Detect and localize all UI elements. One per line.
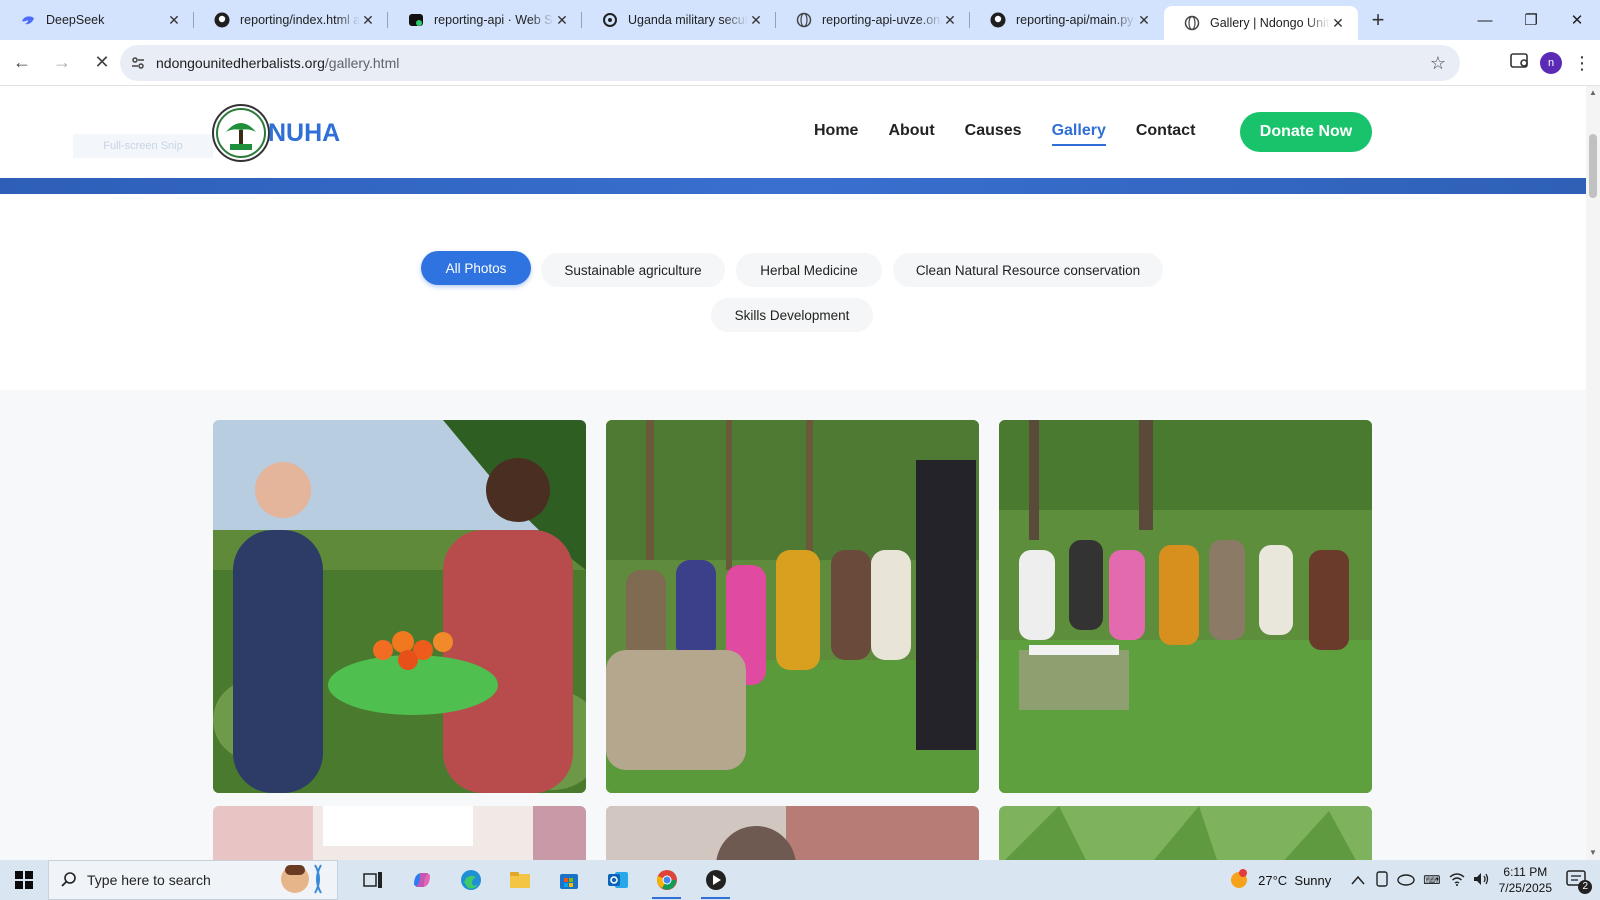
nuha-logo[interactable]: [212, 104, 270, 162]
site-settings-icon[interactable]: [120, 55, 156, 71]
onedrive-icon[interactable]: [1397, 872, 1415, 889]
gallery-grid: [0, 390, 1586, 860]
filter-natural-resource-conservation[interactable]: Clean Natural Resource conservation: [893, 253, 1163, 287]
hero-banner-edge: [0, 178, 1586, 194]
site-header: Full-screen Snip NUHA Home About Causes …: [0, 86, 1586, 178]
nav-causes[interactable]: Causes: [965, 122, 1022, 146]
windows-start-icon[interactable]: [0, 860, 48, 900]
globe-icon: [796, 12, 812, 28]
github-icon: [990, 12, 1006, 28]
page-viewport: Full-screen Snip NUHA Home About Causes …: [0, 86, 1600, 860]
wifi-icon[interactable]: [1449, 872, 1465, 889]
restore-icon[interactable]: ❐: [1508, 0, 1554, 40]
deepseek-icon: [20, 12, 36, 28]
address-bar[interactable]: ndongounitedherbalists.org/gallery.html …: [120, 45, 1460, 81]
system-tray: 27°C Sunny ⌨ 6:11 PM 7/25/2025 2: [1228, 860, 1600, 900]
weather-widget[interactable]: 27°C Sunny: [1228, 868, 1331, 893]
nav-contact[interactable]: Contact: [1136, 122, 1196, 146]
volume-icon[interactable]: [1473, 872, 1491, 889]
keyboard-language-icon[interactable]: ⌨: [1423, 873, 1440, 887]
media-player-icon[interactable]: [691, 860, 740, 900]
new-tab-button[interactable]: +: [1358, 0, 1398, 40]
close-icon[interactable]: ✕: [554, 12, 570, 28]
microsoft-store-icon[interactable]: [544, 860, 593, 900]
notification-icon[interactable]: 2: [1566, 869, 1592, 894]
gallery-photo[interactable]: [999, 420, 1372, 793]
file-explorer-icon[interactable]: [495, 860, 544, 900]
edge-icon[interactable]: [446, 860, 495, 900]
gallery-photo[interactable]: [999, 806, 1372, 860]
tab-gallery[interactable]: Gallery | Ndongo Unite ✕: [1164, 6, 1358, 40]
filter-sustainable-agriculture[interactable]: Sustainable agriculture: [541, 253, 725, 287]
close-icon[interactable]: ✕: [1136, 12, 1152, 28]
gallery-photo[interactable]: [606, 420, 979, 793]
close-icon[interactable]: ✕: [360, 12, 376, 28]
nav-home[interactable]: Home: [814, 122, 858, 146]
filter-herbal-medicine[interactable]: Herbal Medicine: [736, 253, 882, 287]
donate-button[interactable]: Donate Now: [1240, 112, 1372, 152]
outlook-icon[interactable]: [593, 860, 642, 900]
search-icon: [61, 871, 77, 890]
tab-github-main[interactable]: reporting-api/main.py ✕: [970, 0, 1164, 40]
filter-skills-development[interactable]: Skills Development: [711, 298, 873, 332]
render-icon: [408, 12, 424, 28]
search-highlight-icon: [275, 861, 331, 900]
menu-dots-icon[interactable]: ⋮: [1572, 53, 1592, 74]
tab-openai[interactable]: Uganda military securit ✕: [582, 0, 776, 40]
tab-search-icon[interactable]: [1510, 52, 1530, 75]
stop-loading-button[interactable]: ✕: [84, 45, 120, 81]
brand-name[interactable]: NUHA: [268, 119, 340, 148]
nav-gallery[interactable]: Gallery: [1051, 122, 1106, 146]
close-icon[interactable]: ✕: [166, 12, 182, 28]
system-clock[interactable]: 6:11 PM 7/25/2025: [1499, 864, 1552, 896]
device-icon[interactable]: [1375, 870, 1389, 890]
close-icon[interactable]: ✕: [942, 12, 958, 28]
chevron-up-icon[interactable]: [1351, 873, 1365, 888]
bookmark-star-icon[interactable]: ☆: [1430, 53, 1446, 74]
notification-count-badge: 2: [1578, 879, 1592, 894]
gallery-photo[interactable]: [213, 420, 586, 793]
tab-deepseek[interactable]: DeepSeek ✕: [0, 0, 194, 40]
back-button[interactable]: ←: [4, 45, 40, 81]
browser-tab-strip: DeepSeek ✕ reporting/index.html at ✕ rep…: [0, 0, 1600, 40]
tab-github-index[interactable]: reporting/index.html at ✕: [194, 0, 388, 40]
task-view-icon[interactable]: [348, 860, 397, 900]
sun-icon: [1228, 868, 1250, 893]
github-icon: [214, 12, 230, 28]
close-icon[interactable]: ✕: [748, 12, 764, 28]
window-controls: — ❐ ✕: [1462, 0, 1600, 40]
tab-render[interactable]: reporting-api · Web Se ✕: [388, 0, 582, 40]
copilot-icon[interactable]: [397, 860, 446, 900]
scrollbar-thumb[interactable]: [1589, 134, 1597, 198]
taskbar-search-input[interactable]: Type here to search: [48, 860, 338, 900]
minimize-icon[interactable]: —: [1462, 0, 1508, 40]
browser-toolbar: ← → ✕ ndongounitedherbalists.org/gallery…: [0, 40, 1600, 86]
gallery-photo[interactable]: [213, 806, 586, 860]
main-nav: Home About Causes Gallery Contact: [814, 122, 1225, 146]
profile-avatar[interactable]: n: [1540, 52, 1562, 74]
url-text: ndongounitedherbalists.org/gallery.html: [156, 55, 400, 71]
snip-overlay-label: Full-screen Snip: [73, 134, 213, 158]
close-icon[interactable]: ✕: [1330, 15, 1346, 31]
close-window-icon[interactable]: ✕: [1554, 0, 1600, 40]
nav-about[interactable]: About: [888, 122, 934, 146]
chrome-icon[interactable]: [642, 860, 691, 900]
globe-icon: [1184, 15, 1200, 31]
gallery-filters: All Photos Sustainable agriculture Herba…: [0, 194, 1586, 390]
openai-icon: [602, 12, 618, 28]
forward-button[interactable]: →: [44, 45, 80, 81]
gallery-photo[interactable]: [606, 806, 979, 860]
page-scrollbar[interactable]: ▲ ▼: [1586, 86, 1600, 860]
tab-reporting-api[interactable]: reporting-api-uvze.onr ✕: [776, 0, 970, 40]
filter-all-photos[interactable]: All Photos: [421, 251, 531, 285]
windows-taskbar: Type here to search 27°C Sunny ⌨ 6:11 PM…: [0, 860, 1600, 900]
